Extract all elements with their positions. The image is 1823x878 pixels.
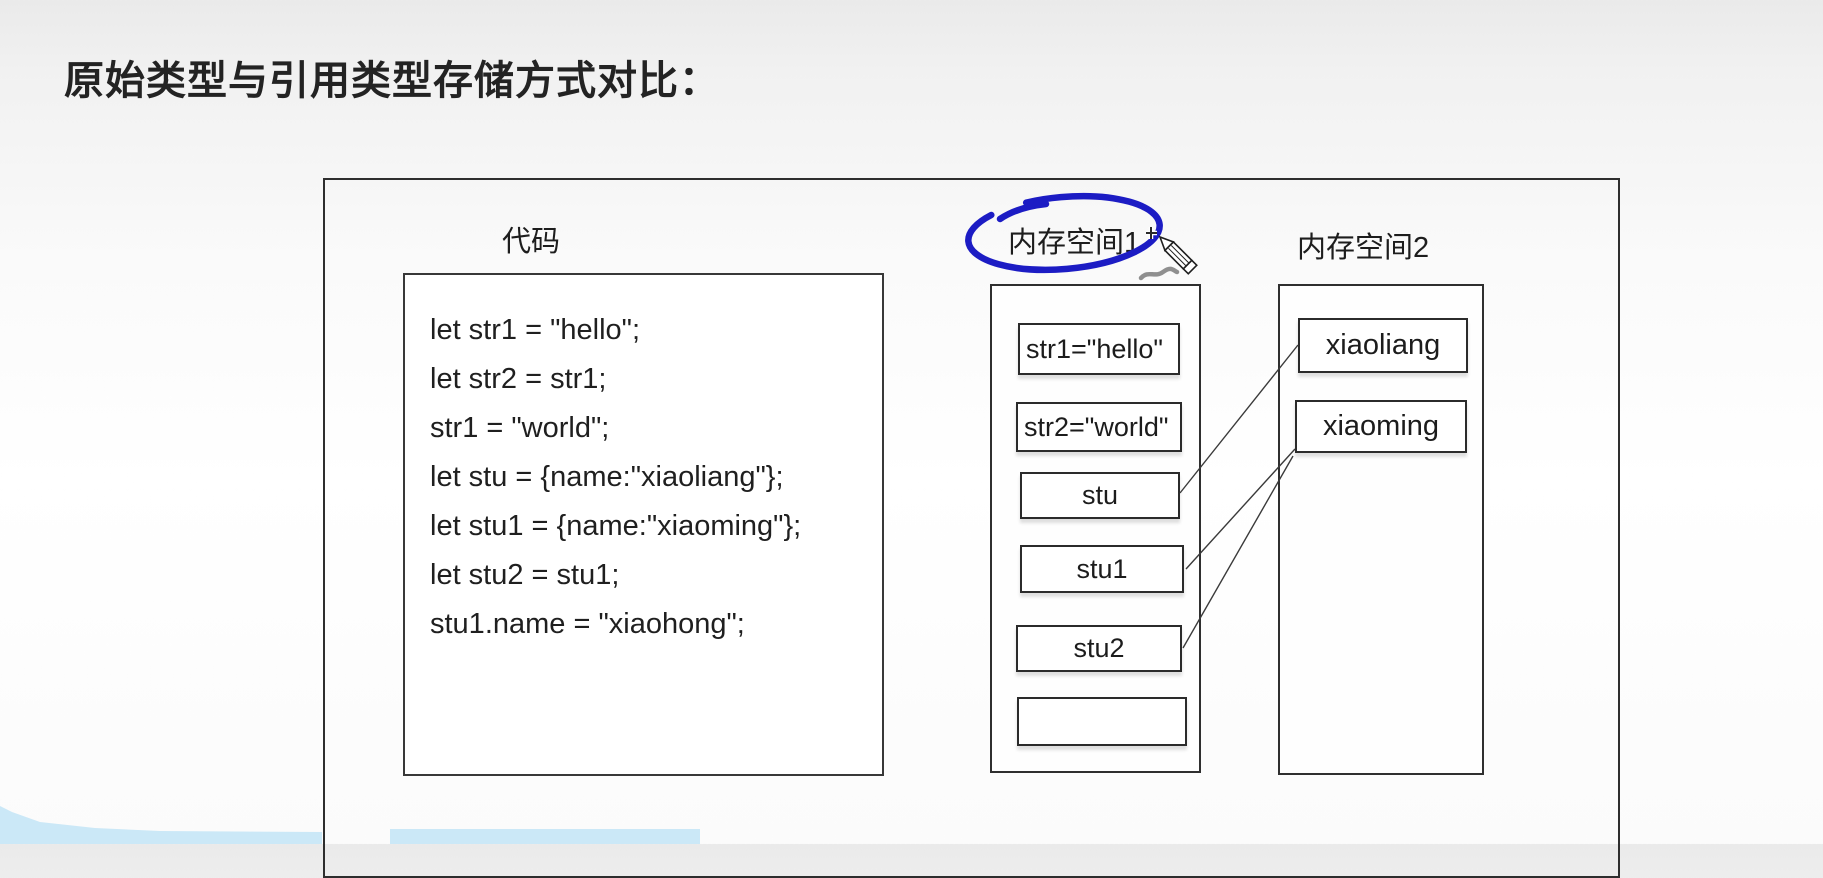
memory1-cell-empty — [1017, 697, 1187, 746]
code-line: let str2 = str1; — [430, 355, 882, 404]
code-panel-label: 代码 — [502, 218, 560, 260]
memory-space-1-label: 内存空间1 — [1008, 219, 1140, 261]
code-line: str1 = "world"; — [430, 404, 882, 453]
code-line: let stu = {name:"xiaoliang"}; — [430, 453, 882, 502]
memory2-cell-xiaoliang: xiaoliang — [1298, 318, 1468, 373]
memory2-cell-xiaoming: xiaoming — [1295, 400, 1467, 453]
slide-canvas: 原始类型与引用类型存储方式对比： 代码 内存空间1 内存空间2 let str1… — [0, 0, 1823, 844]
code-line: stu1.name = "xiaohong"; — [430, 600, 882, 649]
code-line: let stu2 = stu1; — [430, 551, 882, 600]
memory-space-2-label: 内存空间2 — [1297, 224, 1429, 266]
code-line: let str1 = "hello"; — [430, 306, 882, 355]
page-title: 原始类型与引用类型存储方式对比： — [64, 48, 720, 106]
memory1-cell-str1: str1="hello" — [1018, 323, 1180, 375]
memory1-cell-str2: str2="world" — [1016, 402, 1182, 452]
memory1-cell-stu2: stu2 — [1016, 625, 1182, 672]
code-panel: let str1 = "hello"; let str2 = str1; str… — [403, 273, 884, 776]
memory1-cell-stu1: stu1 — [1020, 545, 1184, 593]
memory1-cell-stu: stu — [1020, 472, 1180, 519]
bottom-highlight-left — [0, 806, 322, 844]
code-line: let stu1 = {name:"xiaoming"}; — [430, 502, 882, 551]
